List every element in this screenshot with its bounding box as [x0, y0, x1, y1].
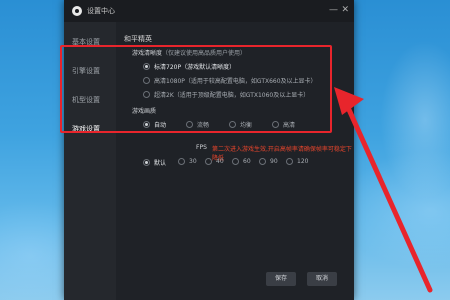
- radio-unchecked-icon[interactable]: [186, 121, 193, 128]
- app-logo-icon: [72, 6, 82, 16]
- window-title: 设置中心: [87, 7, 115, 15]
- resolution-option-1080p[interactable]: 高清1080P（适用于较高配置电脑，如GTX660及以上显卡）: [143, 76, 317, 85]
- option-label: 均衡: [240, 122, 253, 129]
- fps-option-default[interactable]: 默认: [143, 158, 166, 167]
- option-label: 流畅: [197, 122, 210, 129]
- fps-label: FPS: [196, 144, 207, 151]
- option-label: 自动: [154, 122, 167, 129]
- close-icon[interactable]: ✕: [341, 5, 349, 15]
- radio-checked-icon[interactable]: [143, 121, 150, 128]
- option-label: 默认: [154, 160, 167, 167]
- sidebar-item-basic[interactable]: 基本设置: [64, 30, 116, 54]
- radio-unchecked-icon[interactable]: [143, 91, 150, 98]
- sidebar-item-engine[interactable]: 引擎设置: [64, 59, 116, 83]
- radio-unchecked-icon[interactable]: [143, 77, 150, 84]
- fps-option-90[interactable]: 90: [259, 158, 278, 165]
- radio-unchecked-icon[interactable]: [205, 158, 212, 165]
- radio-checked-icon[interactable]: [143, 159, 150, 166]
- quality-option-hd[interactable]: 高清: [272, 120, 295, 129]
- minimize-icon[interactable]: —: [329, 5, 338, 15]
- option-label: 超清2K（适用于顶级配置电脑，如GTX1060及以上显卡）: [154, 92, 310, 99]
- radio-checked-icon[interactable]: [143, 63, 150, 70]
- radio-unchecked-icon[interactable]: [259, 158, 266, 165]
- option-label: 30: [189, 158, 197, 165]
- fps-option-40[interactable]: 40: [205, 158, 224, 165]
- radio-unchecked-icon[interactable]: [229, 121, 236, 128]
- radio-unchecked-icon[interactable]: [286, 158, 293, 165]
- resolution-option-720p[interactable]: 标清720P（游戏默认清晰度）: [143, 62, 235, 71]
- quality-option-balanced[interactable]: 均衡: [229, 120, 252, 129]
- annotation-arrow-icon: [334, 87, 433, 293]
- quality-label: 游戏画质: [132, 108, 157, 115]
- radio-unchecked-icon[interactable]: [178, 158, 185, 165]
- option-label: 40: [216, 158, 224, 165]
- resolution-label: 游戏清晰度（仅建议使用高品质用户使用）: [132, 48, 246, 57]
- fps-option-30[interactable]: 30: [178, 158, 197, 165]
- option-label: 高清: [283, 122, 296, 129]
- option-label: 标清720P（游戏默认清晰度）: [154, 64, 236, 71]
- option-label: 60: [243, 158, 251, 165]
- sidebar-item-device[interactable]: 机型设置: [64, 88, 116, 112]
- sidebar-item-game[interactable]: 游戏设置: [64, 117, 116, 141]
- option-label: 120: [297, 158, 309, 165]
- resolution-option-2k[interactable]: 超清2K（适用于顶级配置电脑，如GTX1060及以上显卡）: [143, 90, 309, 99]
- radio-unchecked-icon[interactable]: [272, 121, 279, 128]
- title-bar[interactable]: 设置中心 — ✕: [64, 0, 354, 22]
- fps-option-120[interactable]: 120: [286, 158, 308, 165]
- option-label: 90: [270, 158, 278, 165]
- section-title: 和平精英: [124, 35, 152, 43]
- radio-unchecked-icon[interactable]: [232, 158, 239, 165]
- settings-sidebar: 基本设置 引擎设置 机型设置 游戏设置: [64, 22, 116, 300]
- save-button[interactable]: 保存: [266, 272, 296, 286]
- quality-option-smooth[interactable]: 流畅: [186, 120, 209, 129]
- quality-option-auto[interactable]: 自动: [143, 120, 166, 129]
- resolution-note: （仅建议使用高品质用户使用）: [162, 50, 247, 57]
- option-label: 高清1080P（适用于较高配置电脑，如GTX660及以上显卡）: [154, 78, 317, 85]
- fps-option-60[interactable]: 60: [232, 158, 251, 165]
- resolution-label-text: 游戏清晰度: [132, 50, 163, 57]
- settings-window: 设置中心 — ✕ 基本设置 引擎设置 机型设置 游戏设置 和平精英 FPS 第二…: [64, 0, 354, 300]
